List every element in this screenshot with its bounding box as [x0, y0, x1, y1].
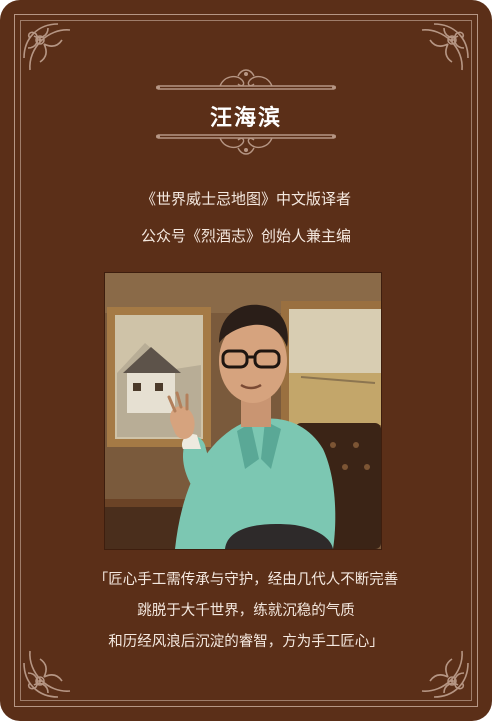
title-line-editor: 公众号《烈酒志》创始人兼主编	[140, 227, 351, 245]
quote-line-1: 「匠心手工需传承与守护，经由几代人不断完善	[93, 572, 399, 588]
corner-ornament-icon	[421, 23, 469, 71]
title-ornament-bottom-icon	[156, 134, 336, 155]
person-name: 汪海滨	[209, 106, 282, 131]
profile-card: 汪海滨 《世界威士忌地图》中文版译者 公众号《烈酒志》创始人兼主编 「匠心手工需…	[0, 0, 492, 721]
title-line-translator: 《世界威士忌地图》中文版译者	[140, 190, 351, 208]
quote-line-2: 跳脱于大千世界，练就沉稳的气质	[137, 603, 355, 619]
corner-ornament-icon	[23, 23, 71, 71]
name-title-block: 汪海滨	[150, 66, 342, 166]
portrait-photo	[105, 273, 381, 549]
quote-line-3: 和历经风浪后沉淀的睿智，方为手工匠心」	[108, 634, 384, 650]
title-ornament-top-icon	[156, 69, 336, 90]
